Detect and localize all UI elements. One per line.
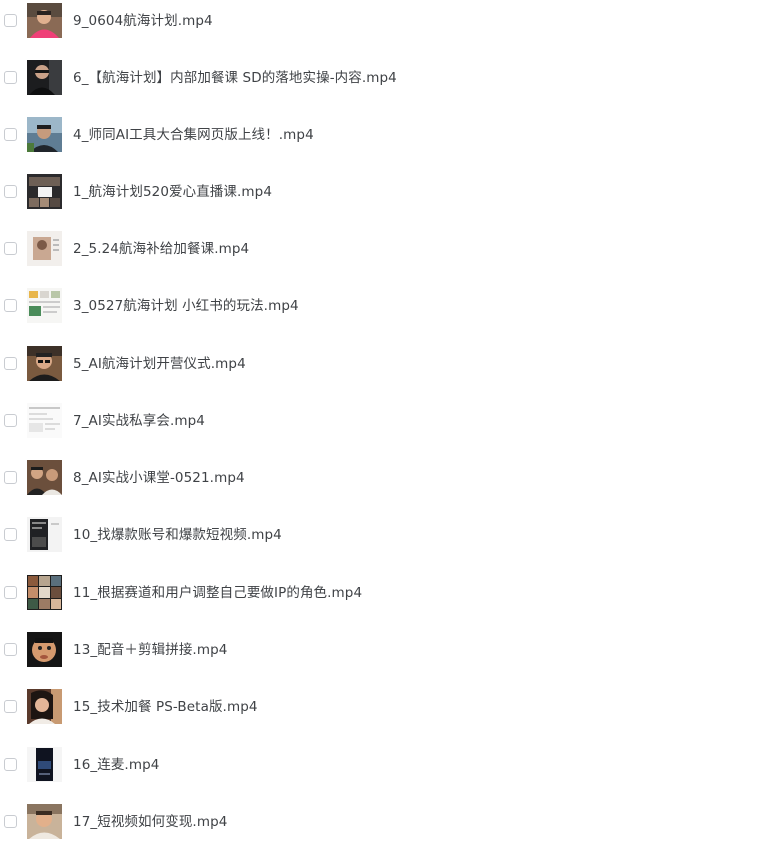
select-checkbox[interactable] [4, 528, 17, 541]
file-name[interactable]: 8_AI实战小课堂-0521.mp4 [73, 469, 245, 487]
select-checkbox[interactable] [4, 586, 17, 599]
select-checkbox[interactable] [4, 471, 17, 484]
list-item[interactable]: 10_找爆款账号和爆款短视频.mp4 [0, 506, 768, 563]
select-checkbox[interactable] [4, 71, 17, 84]
slide-grid-icon[interactable] [27, 288, 62, 323]
file-name[interactable]: 17_短视频如何变现.mp4 [73, 813, 227, 831]
two-people-icon[interactable] [27, 460, 62, 495]
select-checkbox[interactable] [4, 643, 17, 656]
person-face-closeup-icon[interactable] [27, 632, 62, 667]
select-checkbox[interactable] [4, 14, 17, 27]
list-item[interactable]: 11_根据赛道和用户调整自己要做IP的角色.mp4 [0, 564, 768, 621]
list-item[interactable]: 17_短视频如何变现.mp4 [0, 793, 768, 850]
person-pink-shirt-icon[interactable] [27, 3, 62, 38]
list-item[interactable]: 3_0527航海计划 小红书的玩法.mp4 [0, 277, 768, 334]
file-list: 9_0604航海计划.mp4 6_【航海计划】内部加餐课 SD的落地实操-内容.… [0, 0, 768, 849]
list-item[interactable]: 9_0604航海计划.mp4 [0, 0, 768, 49]
list-item[interactable]: 1_航海计划520爱心直播课.mp4 [0, 163, 768, 220]
photo-grid-icon[interactable] [27, 575, 62, 610]
select-checkbox[interactable] [4, 414, 17, 427]
file-name[interactable]: 6_【航海计划】内部加餐课 SD的落地实操-内容.mp4 [73, 69, 397, 87]
file-name[interactable]: 1_航海计划520爱心直播课.mp4 [73, 183, 272, 201]
file-name[interactable]: 13_配音＋剪辑拼接.mp4 [73, 641, 227, 659]
file-name[interactable]: 15_技术加餐 PS-Beta版.mp4 [73, 698, 258, 716]
person-dark-room-icon[interactable] [27, 60, 62, 95]
slide-document-icon[interactable] [27, 403, 62, 438]
file-name[interactable]: 2_5.24航海补给加餐课.mp4 [73, 240, 249, 258]
list-item[interactable]: 8_AI实战小课堂-0521.mp4 [0, 449, 768, 506]
slide-portrait-icon[interactable] [27, 231, 62, 266]
select-checkbox[interactable] [4, 185, 17, 198]
list-item[interactable]: 13_配音＋剪辑拼接.mp4 [0, 621, 768, 678]
select-checkbox[interactable] [4, 758, 17, 771]
file-name[interactable]: 4_师同AI工具大合集网页版上线！.mp4 [73, 126, 314, 144]
file-name[interactable]: 5_AI航海计划开营仪式.mp4 [73, 355, 246, 373]
list-item[interactable]: 4_师同AI工具大合集网页版上线！.mp4 [0, 106, 768, 163]
person-glasses-icon[interactable] [27, 346, 62, 381]
list-item[interactable]: 15_技术加餐 PS-Beta版.mp4 [0, 678, 768, 735]
person-bright-icon[interactable] [27, 804, 62, 839]
list-item[interactable]: 2_5.24航海补给加餐课.mp4 [0, 220, 768, 277]
file-name[interactable]: 9_0604航海计划.mp4 [73, 12, 213, 30]
file-name[interactable]: 3_0527航海计划 小红书的玩法.mp4 [73, 297, 299, 315]
list-item[interactable]: 16_连麦.mp4 [0, 736, 768, 793]
select-checkbox[interactable] [4, 299, 17, 312]
list-item[interactable]: 7_AI实战私享会.mp4 [0, 392, 768, 449]
file-name[interactable]: 7_AI实战私享会.mp4 [73, 412, 205, 430]
file-name[interactable]: 10_找爆款账号和爆款短视频.mp4 [73, 526, 282, 544]
list-item[interactable]: 5_AI航海计划开营仪式.mp4 [0, 335, 768, 392]
file-name[interactable]: 16_连麦.mp4 [73, 756, 159, 774]
select-checkbox[interactable] [4, 242, 17, 255]
phone-dark-icon[interactable] [27, 747, 62, 782]
list-item[interactable]: 6_【航海计划】内部加餐课 SD的落地实操-内容.mp4 [0, 49, 768, 106]
screen-collage-icon[interactable] [27, 174, 62, 209]
person-woman-icon[interactable] [27, 689, 62, 724]
phone-screen-icon[interactable] [27, 517, 62, 552]
select-checkbox[interactable] [4, 357, 17, 370]
select-checkbox[interactable] [4, 128, 17, 141]
select-checkbox[interactable] [4, 700, 17, 713]
select-checkbox[interactable] [4, 815, 17, 828]
file-name[interactable]: 11_根据赛道和用户调整自己要做IP的角色.mp4 [73, 584, 362, 602]
person-window-icon[interactable] [27, 117, 62, 152]
